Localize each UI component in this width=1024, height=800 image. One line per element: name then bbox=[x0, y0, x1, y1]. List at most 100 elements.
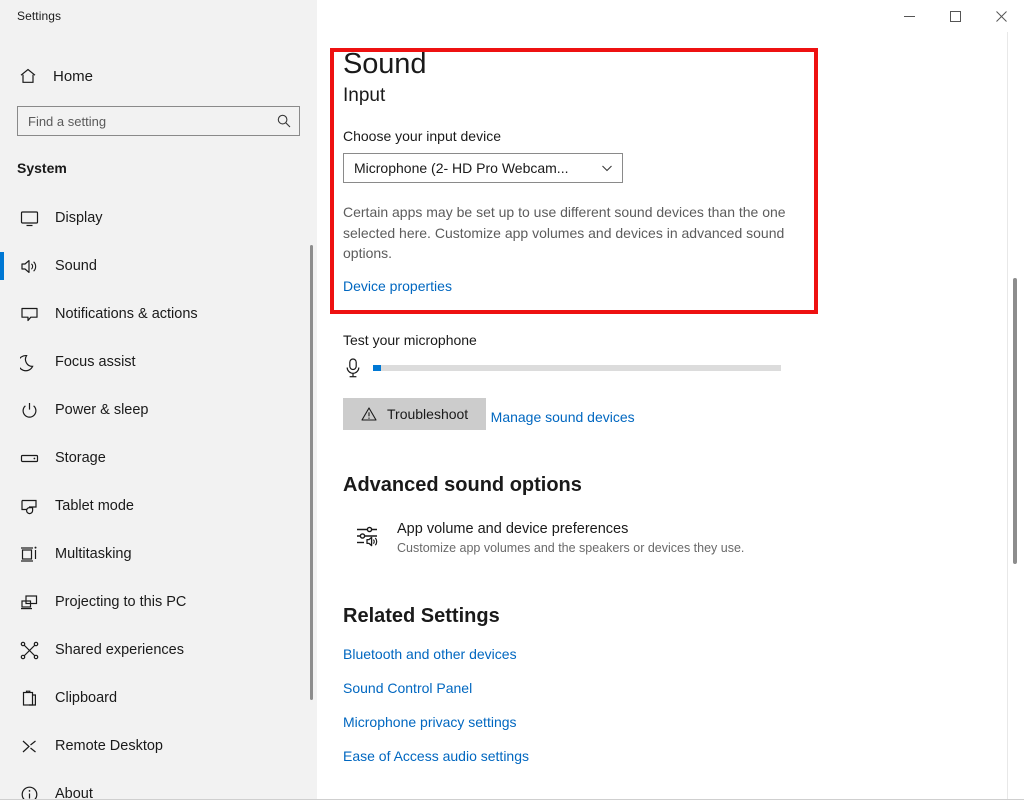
search-container bbox=[17, 106, 300, 136]
window-title: Settings bbox=[17, 9, 62, 23]
device-properties-link[interactable]: Device properties bbox=[343, 278, 452, 294]
sidebar-item-label: Display bbox=[55, 210, 103, 226]
tablet-icon bbox=[17, 494, 41, 518]
sidebar-item-power-sleep[interactable]: Power & sleep bbox=[0, 386, 317, 434]
selection-indicator bbox=[0, 204, 4, 232]
clipboard-icon bbox=[17, 686, 41, 710]
sidebar-item-focus-assist[interactable]: Focus assist bbox=[0, 338, 317, 386]
sidebar-item-label: Shared experiences bbox=[55, 642, 184, 658]
moon-icon bbox=[17, 350, 41, 374]
related-link-ease-of-access-audio[interactable]: Ease of Access audio settings bbox=[343, 748, 1024, 764]
sidebar-nav-list: Display Sound Notifications & actions Fo… bbox=[0, 194, 317, 800]
title-bar: Settings bbox=[0, 0, 1024, 32]
related-settings-heading: Related Settings bbox=[343, 605, 500, 628]
sidebar-item-remote-desktop[interactable]: Remote Desktop bbox=[0, 722, 317, 770]
meter-track bbox=[373, 365, 781, 372]
input-device-value: Microphone (2- HD Pro Webcam... bbox=[354, 160, 569, 177]
selection-indicator bbox=[0, 684, 4, 712]
sidebar-item-label: Clipboard bbox=[55, 690, 118, 706]
app-volume-subtitle: Customize app volumes and the speakers o… bbox=[397, 541, 745, 556]
related-link-bluetooth[interactable]: Bluetooth and other devices bbox=[343, 646, 1024, 662]
selection-indicator bbox=[0, 300, 4, 328]
selection-indicator bbox=[0, 444, 4, 472]
selection-indicator bbox=[0, 252, 4, 280]
close-icon bbox=[995, 10, 1007, 22]
main-content: Sound Input Choose your input device Mic… bbox=[317, 32, 1024, 800]
app-volume-title: App volume and device preferences bbox=[397, 521, 629, 538]
sidebar-item-clipboard[interactable]: Clipboard bbox=[0, 674, 317, 722]
meter-fill bbox=[373, 365, 382, 372]
troubleshoot-button[interactable]: Troubleshoot bbox=[343, 398, 487, 431]
related-link-sound-control-panel[interactable]: Sound Control Panel bbox=[343, 680, 1024, 696]
sidebar-item-shared-experiences[interactable]: Shared experiences bbox=[0, 626, 317, 674]
sidebar-item-storage[interactable]: Storage bbox=[0, 434, 317, 482]
sidebar-item-label: Power & sleep bbox=[55, 402, 149, 418]
selection-indicator bbox=[0, 636, 4, 664]
sidebar-item-about[interactable]: About bbox=[0, 770, 317, 800]
window-controls bbox=[317, 0, 1024, 32]
sidebar-item-label: Remote Desktop bbox=[55, 738, 163, 754]
close-button[interactable] bbox=[978, 0, 1024, 32]
search-input[interactable] bbox=[17, 106, 300, 136]
selection-indicator bbox=[0, 492, 4, 520]
minimize-button[interactable] bbox=[886, 0, 932, 32]
app-volume-preferences-row[interactable]: App volume and device preferences Custom… bbox=[343, 521, 1024, 555]
sidebar-item-home[interactable]: Home bbox=[0, 56, 317, 96]
maximize-icon bbox=[949, 10, 961, 22]
sidebar-item-notifications[interactable]: Notifications & actions bbox=[0, 290, 317, 338]
sidebar-item-label: About bbox=[55, 786, 93, 800]
maximize-button[interactable] bbox=[932, 0, 978, 32]
sidebar-item-label: Focus assist bbox=[55, 354, 136, 370]
share-icon bbox=[17, 638, 41, 662]
power-icon bbox=[17, 398, 41, 422]
input-device-dropdown[interactable]: Microphone (2- HD Pro Webcam... bbox=[343, 153, 623, 184]
input-section-heading: Input bbox=[343, 85, 386, 107]
sidebar: Home System Display bbox=[0, 32, 317, 800]
selection-indicator bbox=[0, 732, 4, 760]
sidebar-item-label: Projecting to this PC bbox=[55, 594, 187, 610]
main-scrollbar-thumb[interactable] bbox=[1013, 278, 1017, 564]
sidebar-item-sound[interactable]: Sound bbox=[0, 242, 317, 290]
input-description: Certain apps may be set up to use differ… bbox=[343, 204, 786, 261]
monitor-icon bbox=[17, 206, 41, 230]
sidebar-item-label: Notifications & actions bbox=[55, 306, 198, 322]
selection-indicator bbox=[0, 540, 4, 568]
selection-indicator bbox=[0, 348, 4, 376]
app-volume-text-block: App volume and device preferences Custom… bbox=[397, 521, 744, 555]
selection-indicator bbox=[0, 588, 4, 616]
troubleshoot-label: Troubleshoot bbox=[387, 406, 469, 423]
sidebar-item-label: Multitasking bbox=[55, 546, 132, 562]
sidebar-item-label: Storage bbox=[55, 450, 106, 466]
speaker-icon bbox=[17, 254, 41, 278]
selection-indicator bbox=[0, 396, 4, 424]
audio-mixer-icon bbox=[355, 523, 381, 549]
advanced-sound-options-heading: Advanced sound options bbox=[343, 474, 582, 497]
page-title: Sound bbox=[343, 48, 427, 80]
warning-icon bbox=[361, 406, 377, 422]
sidebar-item-display[interactable]: Display bbox=[0, 194, 317, 242]
sidebar-item-tablet-mode[interactable]: Tablet mode bbox=[0, 482, 317, 530]
sidebar-item-multitasking[interactable]: Multitasking bbox=[0, 530, 317, 578]
sidebar-item-label: Tablet mode bbox=[55, 498, 134, 514]
related-link-microphone-privacy[interactable]: Microphone privacy settings bbox=[343, 714, 1024, 730]
sidebar-item-projecting[interactable]: Projecting to this PC bbox=[0, 578, 317, 626]
minimize-icon bbox=[903, 15, 915, 17]
home-icon bbox=[17, 65, 39, 87]
chevron-down-icon bbox=[600, 161, 614, 175]
microphone-level-meter bbox=[343, 357, 1024, 379]
home-label: Home bbox=[53, 67, 94, 85]
multitask-icon bbox=[17, 542, 41, 566]
choose-input-device-label: Choose your input device bbox=[343, 128, 501, 145]
comment-icon bbox=[17, 302, 41, 326]
title-bar-left: Settings bbox=[0, 0, 317, 32]
test-microphone-label: Test your microphone bbox=[343, 332, 477, 349]
microphone-icon bbox=[343, 357, 363, 379]
settings-window: Settings Home Find a setting System Disp… bbox=[0, 0, 1024, 800]
sidebar-item-label: Sound bbox=[55, 258, 97, 274]
remote-icon bbox=[17, 734, 41, 758]
sidebar-scrollbar[interactable] bbox=[310, 245, 313, 700]
project-icon bbox=[17, 590, 41, 614]
sidebar-section-title: System bbox=[17, 160, 67, 176]
info-icon bbox=[17, 782, 41, 800]
manage-sound-devices-link[interactable]: Manage sound devices bbox=[491, 409, 635, 425]
